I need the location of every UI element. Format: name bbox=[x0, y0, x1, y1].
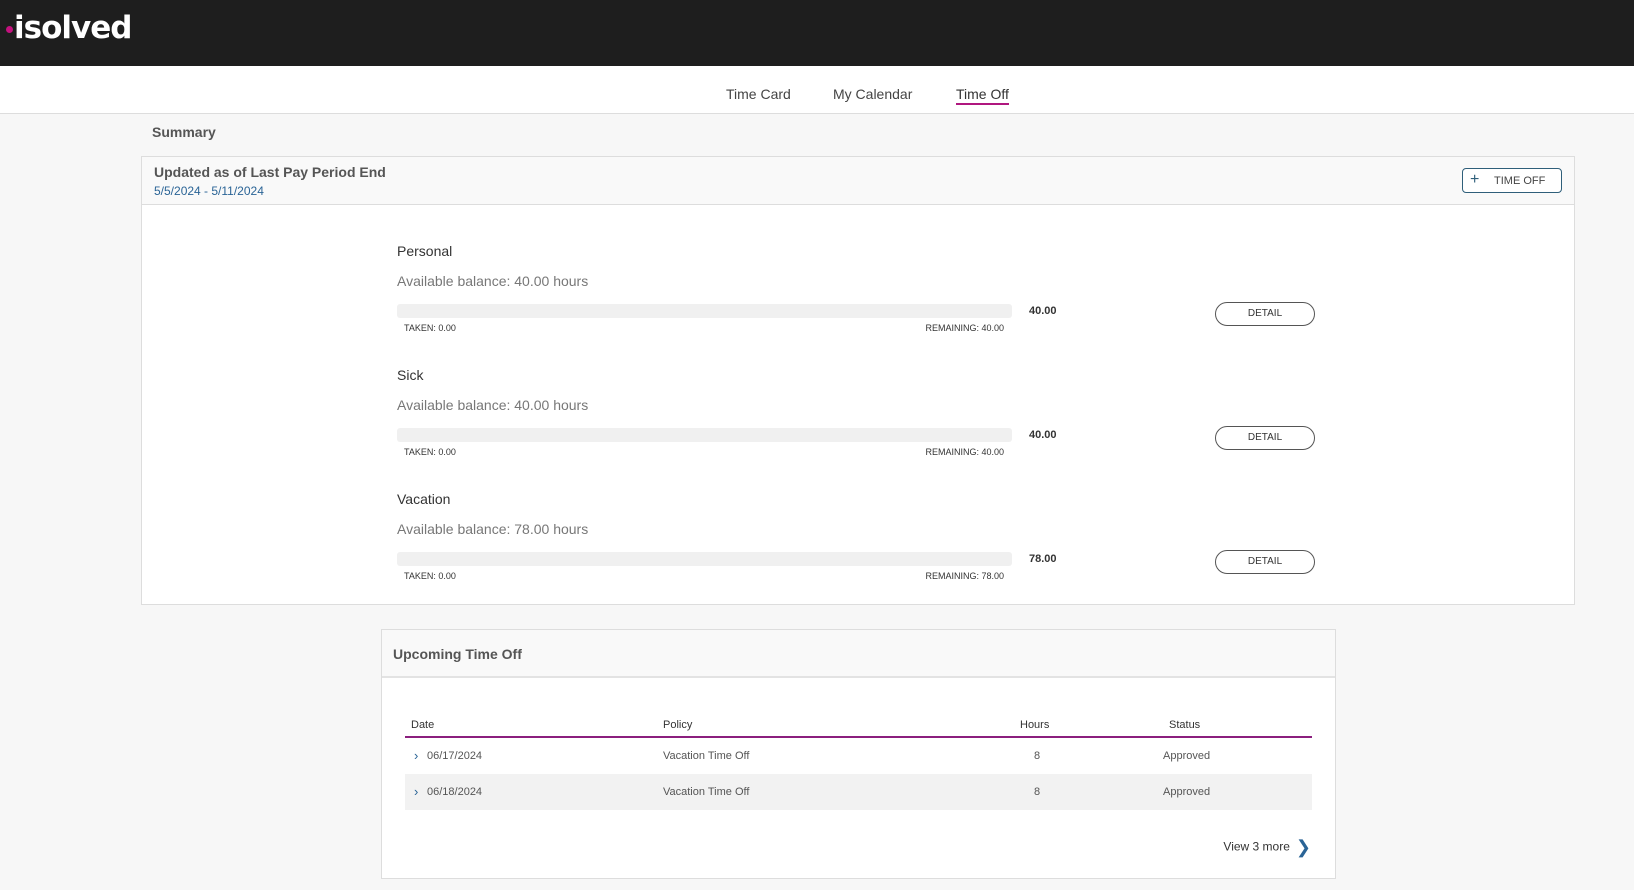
policy-name: Personal bbox=[397, 243, 453, 259]
plus-icon: + bbox=[1470, 171, 1480, 188]
col-policy: Policy bbox=[663, 719, 693, 731]
policy-sick: Sick Available balance: 40.00 hours 40.0… bbox=[397, 367, 1327, 477]
row-status: Approved bbox=[1163, 750, 1211, 762]
pay-period-range: 5/5/2024 - 5/11/2024 bbox=[154, 184, 264, 198]
row-hours: 8 bbox=[1034, 786, 1041, 798]
remaining-label: REMAINING: 40.00 bbox=[925, 323, 1004, 333]
policy-name: Sick bbox=[397, 367, 424, 383]
table-row[interactable]: › 06/18/2024 Vacation Time Off 8 Approve… bbox=[405, 774, 1312, 810]
balance-bar bbox=[397, 304, 1012, 318]
remaining-label: REMAINING: 40.00 bbox=[925, 447, 1004, 457]
upcoming-header: Upcoming Time Off bbox=[382, 630, 1335, 678]
policy-name: Vacation bbox=[397, 491, 451, 507]
table-row[interactable]: › 06/17/2024 Vacation Time Off 8 Approve… bbox=[405, 738, 1312, 774]
nav-tabs: Time Card My Calendar Time Off bbox=[0, 66, 1634, 114]
upcoming-title: Upcoming Time Off bbox=[393, 646, 522, 662]
detail-button[interactable]: DETAIL bbox=[1215, 302, 1315, 326]
summary-title: Summary bbox=[152, 124, 216, 140]
remaining-label: REMAINING: 78.00 bbox=[925, 571, 1004, 581]
summary-header-title: Updated as of Last Pay Period End bbox=[154, 164, 386, 180]
top-bar: isolved bbox=[0, 0, 1634, 66]
policy-personal: Personal Available balance: 40.00 hours … bbox=[397, 243, 1327, 353]
view-more-label: View 3 more bbox=[1223, 839, 1290, 854]
row-status: Approved bbox=[1163, 786, 1211, 798]
tab-time-off[interactable]: Time Off bbox=[956, 86, 1009, 105]
detail-button[interactable]: DETAIL bbox=[1215, 426, 1315, 450]
add-time-off-button[interactable]: + TIME OFF bbox=[1462, 168, 1562, 193]
col-date: Date bbox=[411, 719, 435, 731]
col-hours: Hours bbox=[1020, 719, 1050, 731]
available-balance: Available balance: 40.00 hours bbox=[397, 397, 589, 413]
tab-time-card[interactable]: Time Card bbox=[726, 86, 791, 102]
summary-card: Updated as of Last Pay Period End 5/5/20… bbox=[141, 156, 1575, 605]
row-hours: 8 bbox=[1034, 750, 1041, 762]
isolved-logo[interactable]: isolved bbox=[6, 10, 132, 46]
taken-label: TAKEN: 0.00 bbox=[404, 323, 456, 333]
taken-label: TAKEN: 0.00 bbox=[404, 571, 456, 581]
balance-value: 40.00 bbox=[1029, 429, 1057, 441]
upcoming-time-off-card: Upcoming Time Off Date Policy Hours Stat… bbox=[381, 629, 1336, 879]
policy-vacation: Vacation Available balance: 78.00 hours … bbox=[397, 491, 1327, 601]
available-balance: Available balance: 40.00 hours bbox=[397, 273, 589, 289]
row-policy: Vacation Time Off bbox=[663, 750, 750, 762]
balance-bar bbox=[397, 552, 1012, 566]
row-date: 06/18/2024 bbox=[427, 786, 483, 798]
summary-card-header: Updated as of Last Pay Period End 5/5/20… bbox=[142, 157, 1574, 205]
available-balance: Available balance: 78.00 hours bbox=[397, 521, 589, 537]
chevron-right-icon[interactable]: › bbox=[414, 784, 418, 799]
balance-value: 40.00 bbox=[1029, 305, 1057, 317]
view-more-link[interactable]: View 3 more ❯ bbox=[1223, 837, 1311, 858]
detail-button[interactable]: DETAIL bbox=[1215, 550, 1315, 574]
taken-label: TAKEN: 0.00 bbox=[404, 447, 456, 457]
row-policy: Vacation Time Off bbox=[663, 786, 750, 798]
chevron-right-icon: ❯ bbox=[1295, 837, 1311, 857]
col-status: Status bbox=[1169, 719, 1201, 731]
balance-value: 78.00 bbox=[1029, 553, 1057, 565]
balance-bar bbox=[397, 428, 1012, 442]
row-date: 06/17/2024 bbox=[427, 750, 483, 762]
chevron-right-icon[interactable]: › bbox=[414, 748, 418, 763]
tab-my-calendar[interactable]: My Calendar bbox=[833, 86, 912, 102]
